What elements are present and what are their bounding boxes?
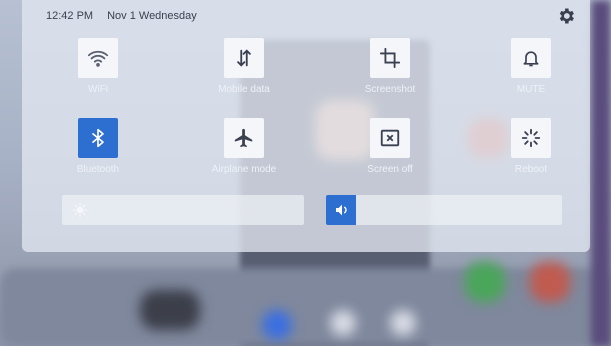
bluetooth-icon	[78, 118, 118, 158]
tile-bluetooth[interactable]: Bluetooth	[53, 118, 143, 190]
tile-label: Airplane mode	[211, 164, 277, 175]
background-app-icon	[390, 310, 416, 336]
brightness-slider[interactable]	[62, 195, 304, 225]
tile-label: Screenshot	[364, 84, 416, 95]
tile-label: Bluetooth	[76, 164, 120, 175]
background-dock	[0, 268, 611, 346]
tile-label: Screen off	[367, 164, 413, 175]
tile-airplane-mode[interactable]: Airplane mode	[199, 118, 289, 190]
tile-mute[interactable]: MUTE	[486, 38, 576, 110]
reboot-icon	[511, 118, 551, 158]
tile-reboot[interactable]: Reboot	[486, 118, 576, 190]
background-edge	[591, 0, 611, 346]
airplane-icon	[224, 118, 264, 158]
screen-off-icon	[370, 118, 410, 158]
volume-icon	[334, 202, 350, 218]
tile-label: WiFi	[88, 84, 108, 95]
status-bar: 12:42 PM Nov 1 Wednesday	[46, 8, 197, 24]
background-app-icon	[330, 310, 356, 336]
status-date: Nov 1 Wednesday	[107, 10, 197, 22]
background-app-icon	[262, 310, 292, 340]
volume-slider[interactable]	[326, 195, 562, 225]
tile-screen-off[interactable]: Screen off	[345, 118, 435, 190]
wifi-icon	[78, 38, 118, 78]
background-app-icon	[530, 262, 570, 302]
tile-label: Mobile data	[218, 84, 270, 95]
mobile-data-icon	[224, 38, 264, 78]
background-app-icon	[465, 262, 505, 302]
tile-screenshot[interactable]: Screenshot	[345, 38, 435, 110]
bell-icon	[511, 38, 551, 78]
gear-icon[interactable]	[556, 6, 576, 26]
tile-label: MUTE	[516, 84, 546, 95]
quick-settings-panel: 12:42 PM Nov 1 Wednesday WiFi Mobile dat…	[22, 0, 590, 252]
screenshot-icon	[370, 38, 410, 78]
tile-label: Reboot	[514, 164, 548, 175]
tile-mobile-data[interactable]: Mobile data	[199, 38, 289, 110]
background-app-icon	[140, 290, 200, 330]
tile-wifi[interactable]: WiFi	[53, 38, 143, 110]
brightness-icon	[72, 202, 88, 218]
status-time: 12:42 PM	[46, 10, 94, 22]
